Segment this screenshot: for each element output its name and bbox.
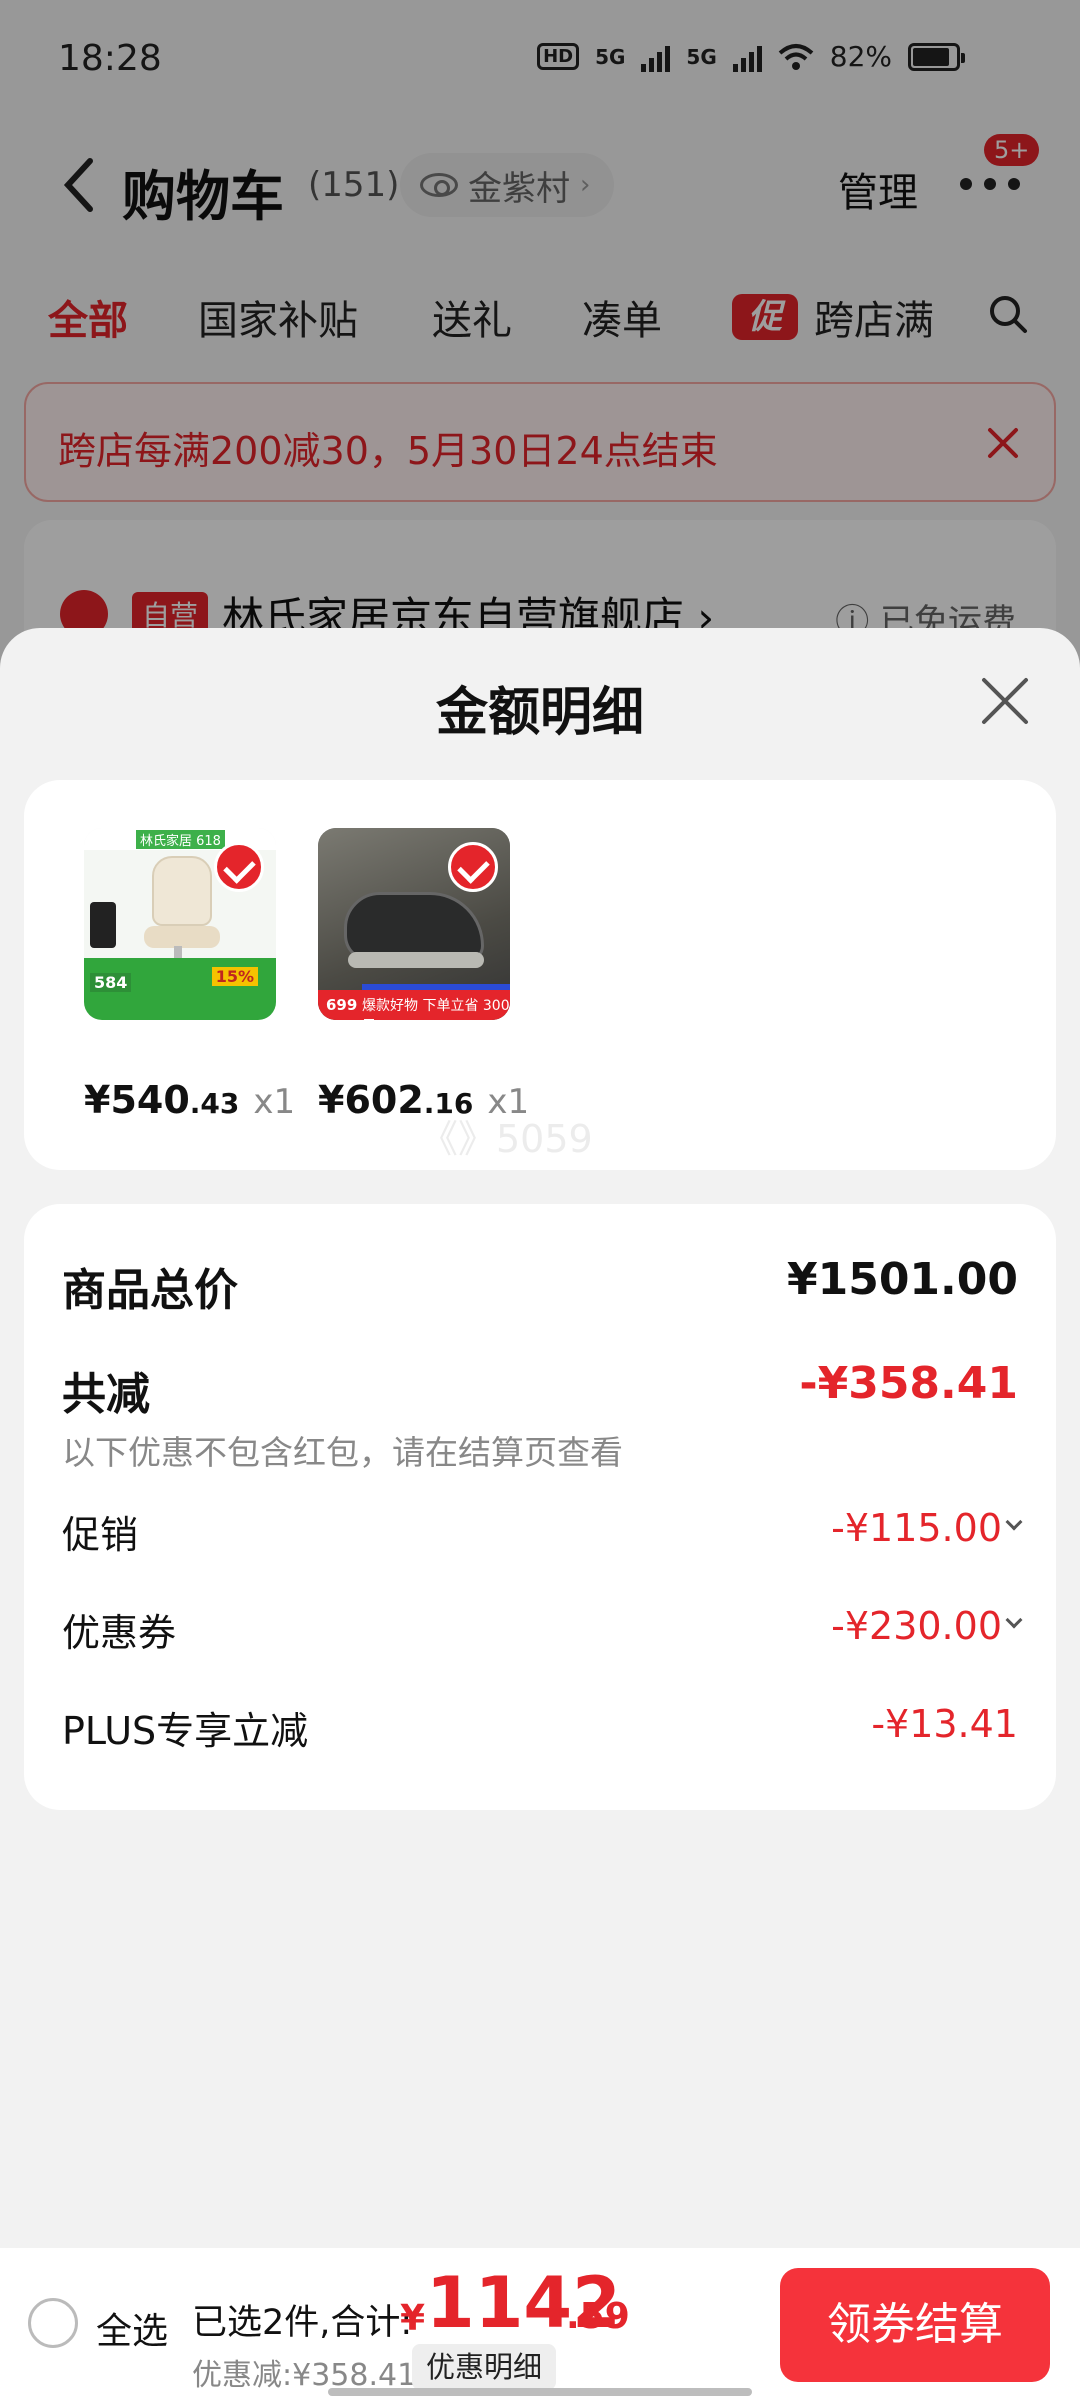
discount-detail-button[interactable]: 优惠明细 bbox=[412, 2344, 557, 2390]
total-price-label: 商品总价 bbox=[62, 1265, 238, 1316]
total-amount-decimal: .59 bbox=[566, 2296, 630, 2337]
promotion-label: 促销 bbox=[62, 1513, 139, 1557]
checkout-bar: 全选 已选2件,合计: ¥ 1142 .59 优惠减:¥358.41 优惠明细 … bbox=[0, 2248, 1080, 2400]
checked-icon bbox=[448, 842, 498, 892]
select-all-label[interactable]: 全选 bbox=[96, 2302, 168, 2354]
discount-note: 以下优惠不包含红包，请在结算页查看 bbox=[62, 1433, 623, 1472]
sheet-title: 金额明细 bbox=[435, 683, 644, 743]
select-all-radio[interactable] bbox=[28, 2298, 78, 2348]
total-reduce-label: 共减 bbox=[62, 1369, 150, 1420]
amount-detail-sheet: 金额明细 林氏家居 618 584 15% ¥540.43 x1 爆款好物 下单… bbox=[0, 628, 1080, 2248]
total-reduce-value: -¥358.41 bbox=[799, 1358, 1018, 1409]
promotion-value[interactable]: -¥115.00 bbox=[831, 1506, 1002, 1550]
total-price-value: ¥1501.00 bbox=[786, 1254, 1018, 1305]
product-item[interactable]: 爆款好物 下单立省 300 元 699 ¥602.16x1 bbox=[318, 828, 529, 1122]
product-image-sneaker: 爆款好物 下单立省 300 元 699 bbox=[318, 828, 510, 1020]
checked-icon bbox=[214, 842, 264, 892]
product-quantity: x1 bbox=[253, 1082, 296, 1122]
chevron-down-icon[interactable] bbox=[1005, 1611, 1023, 1629]
plus-discount-value: -¥13.41 bbox=[871, 1702, 1018, 1746]
watermark: 《》5059 bbox=[420, 1117, 593, 1161]
checkout-button[interactable]: 领券结算 bbox=[780, 2268, 1050, 2382]
total-currency: ¥ bbox=[400, 2298, 426, 2339]
plus-discount-label: PLUS专享立减 bbox=[62, 1709, 309, 1753]
price-summary-card: 商品总价 ¥1501.00 共减 -¥358.41 以下优惠不包含红包，请在结算… bbox=[24, 1204, 1056, 1810]
coupon-value[interactable]: -¥230.00 bbox=[831, 1604, 1002, 1648]
chevron-down-icon[interactable] bbox=[1005, 1513, 1023, 1531]
product-image-office-chair: 林氏家居 618 584 15% bbox=[84, 828, 276, 1020]
product-item[interactable]: 林氏家居 618 584 15% ¥540.43 x1 bbox=[84, 828, 295, 1122]
selected-count-text: 已选2件,合计: bbox=[192, 2303, 413, 2343]
close-icon[interactable] bbox=[980, 676, 1030, 726]
product-price: ¥540.43 x1 bbox=[84, 1078, 296, 1122]
coupon-label: 优惠券 bbox=[62, 1611, 177, 1655]
home-indicator[interactable] bbox=[328, 2388, 752, 2396]
